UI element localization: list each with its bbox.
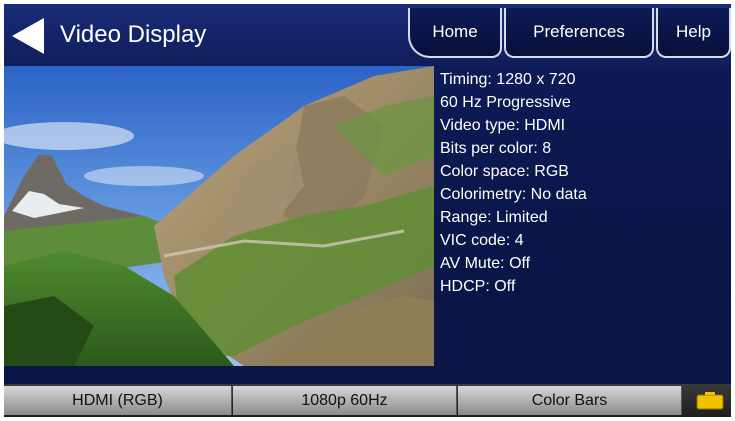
- back-button[interactable]: [10, 16, 46, 56]
- page-title: Video Display: [60, 21, 207, 48]
- info-timing: Timing: 1280 x 720: [440, 71, 576, 88]
- info-av-mute: AV Mute: Off: [440, 255, 531, 272]
- format-label: 1080p 60Hz: [301, 391, 388, 409]
- tab-help[interactable]: Help: [656, 8, 731, 58]
- back-arrow-icon: [12, 18, 44, 54]
- info-scan: 60 Hz Progressive: [440, 94, 571, 111]
- info-video-type: Video type: HDMI: [440, 117, 566, 134]
- landscape-image: [4, 66, 434, 366]
- header-bar: Video Display Home Preferences Help: [4, 4, 731, 68]
- battery-icon: [696, 392, 726, 410]
- status-bar: HDMI (RGB) 1080p 60Hz Color Bars: [4, 384, 731, 417]
- device-screen: Video Display Home Preferences Help Timi…: [4, 4, 731, 417]
- video-bottom-border: [4, 366, 434, 384]
- format-button[interactable]: 1080p 60Hz: [233, 386, 457, 415]
- interface-button[interactable]: HDMI (RGB): [4, 386, 232, 415]
- info-bits-per-color: Bits per color: 8: [440, 140, 552, 157]
- image-button[interactable]: Color Bars: [458, 386, 682, 415]
- info-color-space: Color space: RGB: [440, 163, 569, 180]
- info-hdcp: HDCP: Off: [440, 278, 516, 295]
- info-range: Range: Limited: [440, 209, 548, 226]
- image-label: Color Bars: [531, 391, 608, 409]
- tab-home-label: Home: [432, 22, 478, 41]
- interface-label: HDMI (RGB): [72, 391, 163, 409]
- info-colorimetry: Colorimetry: No data: [440, 186, 587, 203]
- info-vic-code: VIC code: 4: [440, 232, 524, 249]
- tab-home[interactable]: Home: [408, 8, 502, 58]
- tab-help-label: Help: [676, 22, 711, 41]
- video-preview: [4, 66, 434, 366]
- tab-preferences[interactable]: Preferences: [504, 8, 654, 58]
- signal-info-list: Timing: 1280 x 720 60 Hz Progressive Vid…: [440, 68, 587, 298]
- tab-preferences-label: Preferences: [533, 22, 625, 41]
- signal-info-panel: Timing: 1280 x 720 60 Hz Progressive Vid…: [434, 66, 731, 384]
